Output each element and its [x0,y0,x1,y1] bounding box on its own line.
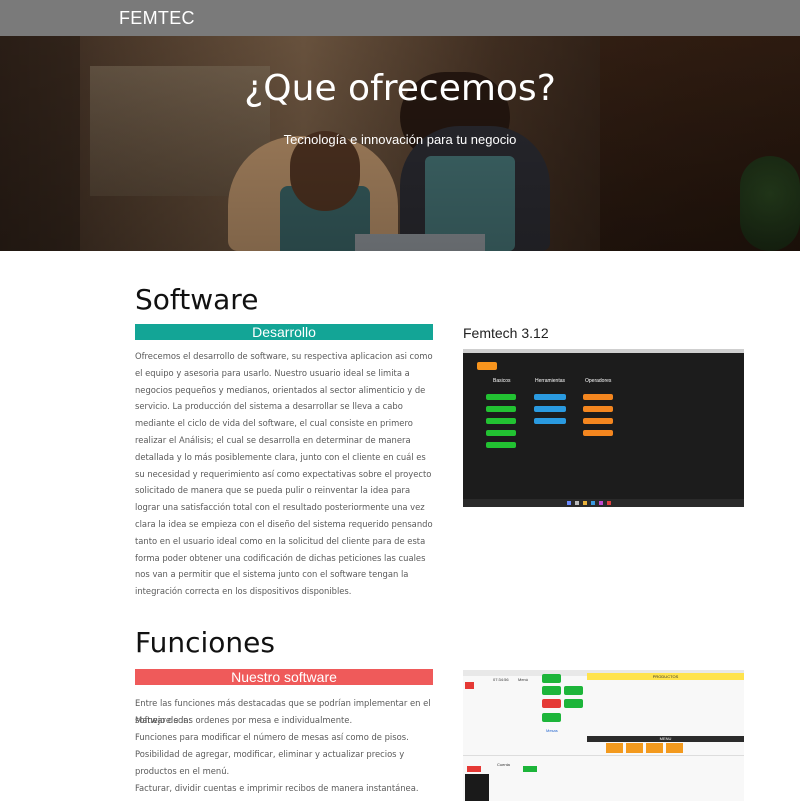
pos-divider [463,755,744,756]
pos-green-button [542,713,561,722]
green-button [486,394,516,400]
desarrollo-ribbon: Desarrollo [135,324,433,340]
app-icon [599,501,603,505]
column-title-basicos: Basicos [493,378,511,384]
orange-button [583,418,613,424]
hero-title: ¿Que ofrecemos? [244,68,556,109]
green-button [486,406,516,412]
cuenta-label: Cuenta [497,762,510,767]
productos-bar: PRODUCTOS [587,673,744,680]
pos-orange-button [666,743,683,753]
search-icon [575,501,579,505]
funciones-title: Funciones [135,626,275,659]
green-button [486,418,516,424]
menu-bar: MENU [587,736,744,742]
software-screenshot: Basicos Herramientas Operadores [463,349,744,507]
screenshot-titlebar [463,349,744,353]
pos-time: 07:34:56 [493,677,509,682]
blue-button [534,418,566,424]
pos-green-button [542,674,561,683]
pos-orange-button [626,743,643,753]
orange-button [583,406,613,412]
brand-logo[interactable]: FEMTEC [119,8,195,29]
pos-green-button [542,686,561,695]
screenshot-badge [477,362,497,370]
pos-red-button [542,699,561,708]
arrow-left-icon [467,766,481,772]
blue-button [534,406,566,412]
pos-orange-button [646,743,663,753]
software-paragraph: Ofrecemos el desarrollo de software, su … [135,351,433,597]
windows-icon [567,501,571,505]
screenshot-taskbar [463,499,744,507]
pos-menu-tab: Menú [518,677,529,682]
app-icon [607,501,611,505]
column-title-operadores: Operadores [585,378,612,384]
funciones-line: Manejo de las ordenes por mesa e individ… [135,715,353,725]
arrow-right-icon [523,766,537,772]
pos-green-button [564,699,583,708]
green-button [486,430,516,436]
column-title-herramientas: Herramientas [535,378,566,384]
pos-green-button [564,686,583,695]
pos-screenshot: 07:34:56 Menú PRODUCTOS Mesas MENU Cuent… [463,670,744,801]
funciones-line: Funciones para modificar el número de me… [135,732,409,742]
blue-button [534,394,566,400]
pos-dark-panel [465,774,489,801]
green-button [486,442,516,448]
top-navbar: FEMTEC [0,0,800,36]
hero-subtitle: Tecnología e innovación para tu negocio [283,132,517,147]
software-title: Software [135,283,259,316]
folder-icon [583,501,587,505]
mesas-label: Mesas [546,728,558,733]
screenshot-title: Femtech 3.12 [463,325,549,341]
funciones-line: Facturar, dividir cuentas e imprimir rec… [135,783,419,793]
funciones-line: Posibilidad de agregar, modificar, elimi… [135,749,405,776]
browser-icon [591,501,595,505]
pos-orange-button [606,743,623,753]
orange-button [583,430,613,436]
pos-red-button [465,682,474,689]
nuestro-software-ribbon: Nuestro software [135,669,433,685]
orange-button [583,394,613,400]
